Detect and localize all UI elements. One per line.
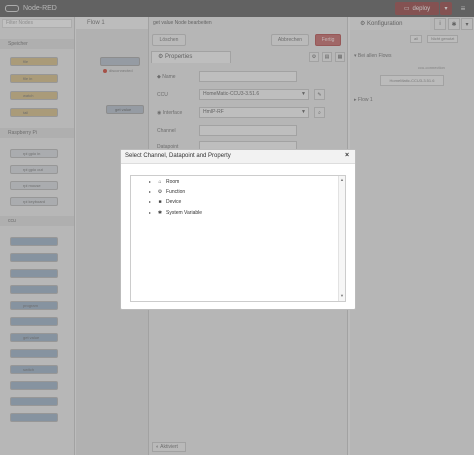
tree-item-room[interactable]: ▸ ⌂ Room bbox=[149, 177, 179, 186]
tree-scrollbar[interactable]: ▲ ▼ bbox=[338, 176, 345, 301]
caret-right-icon[interactable]: ▸ bbox=[149, 199, 154, 204]
scroll-down-icon[interactable]: ▼ bbox=[340, 293, 344, 298]
gear-icon: ✱ bbox=[157, 209, 163, 216]
home-icon: ⌂ bbox=[158, 178, 162, 185]
dialog-header: Select Channel, Datapoint and Property × bbox=[121, 150, 355, 164]
tree-item-device[interactable]: ▸ ■ Device bbox=[149, 197, 181, 206]
tree-item-label: Device bbox=[166, 198, 182, 205]
select-channel-dialog: Select Channel, Datapoint and Property ×… bbox=[120, 149, 356, 310]
tree-item-label: Room bbox=[166, 178, 180, 185]
tree-item-system-variable[interactable]: ▸ ✱ System Variable bbox=[149, 208, 202, 217]
tree-item-label: Function bbox=[166, 188, 186, 195]
close-icon[interactable]: × bbox=[345, 152, 349, 159]
tree-item-function[interactable]: ▸ ⚙ Function bbox=[149, 187, 185, 196]
caret-right-icon[interactable]: ▸ bbox=[149, 179, 154, 184]
cube-icon: ■ bbox=[158, 198, 162, 205]
cogs-icon: ⚙ bbox=[157, 188, 163, 195]
dialog-title: Select Channel, Datapoint and Property bbox=[125, 153, 231, 159]
channel-tree[interactable]: ▸ ⌂ Room ▸ ⚙ Function ▸ ■ Device ▸ ✱ Sys… bbox=[130, 175, 346, 302]
caret-right-icon[interactable]: ▸ bbox=[149, 210, 154, 215]
scroll-up-icon[interactable]: ▲ bbox=[340, 177, 344, 182]
caret-right-icon[interactable]: ▸ bbox=[149, 189, 154, 194]
tree-item-label: System Variable bbox=[166, 209, 203, 216]
